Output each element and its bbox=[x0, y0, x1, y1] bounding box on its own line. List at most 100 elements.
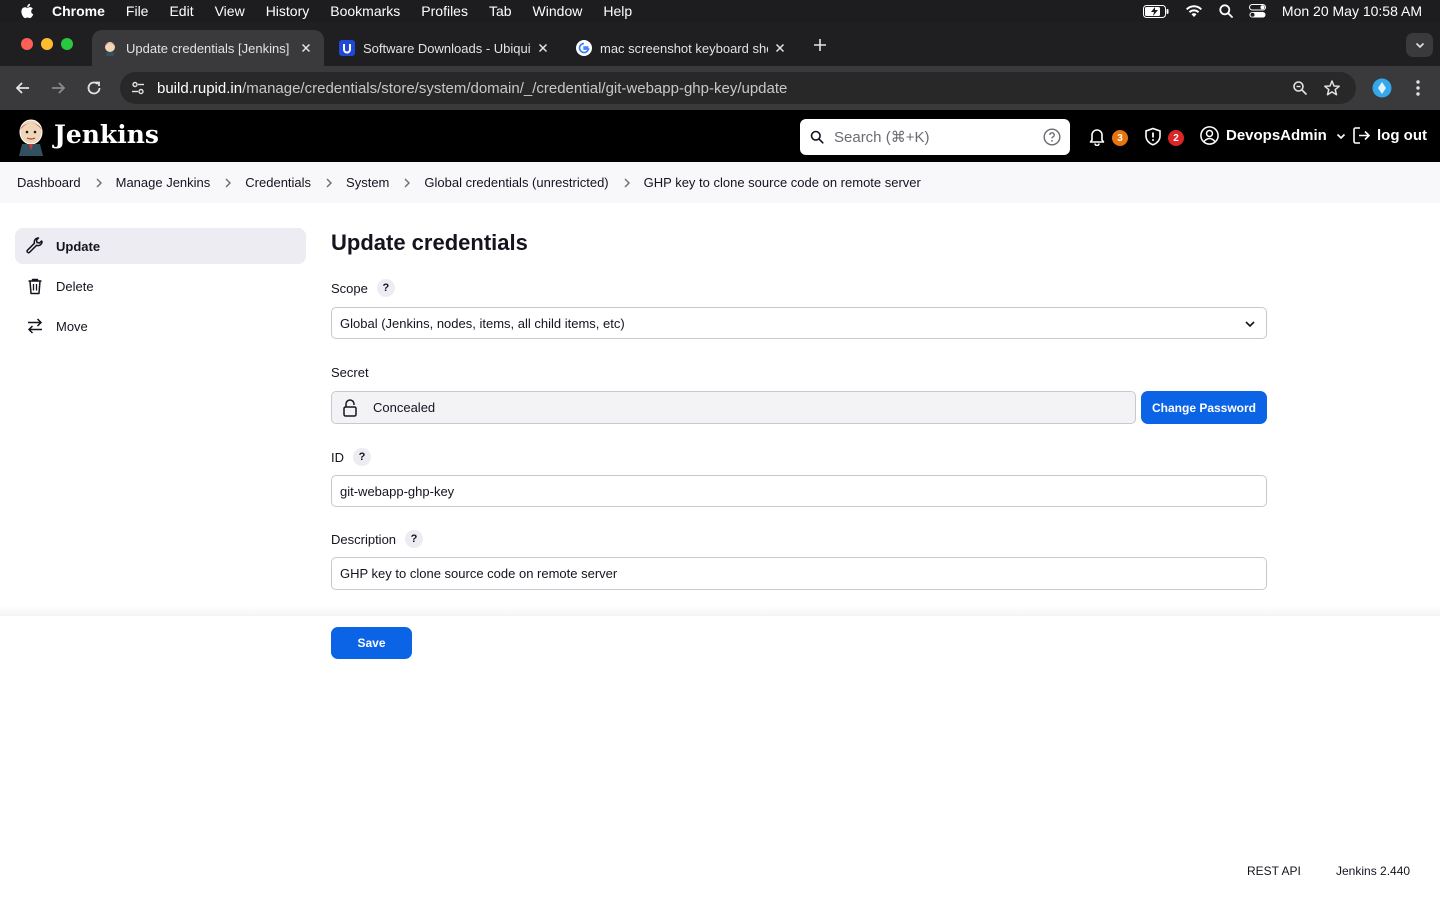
side-item-label: Delete bbox=[56, 278, 94, 294]
wifi-icon[interactable] bbox=[1185, 4, 1203, 18]
search-help-icon[interactable] bbox=[1043, 128, 1061, 146]
jenkins-favicon-icon bbox=[105, 42, 115, 56]
scope-select[interactable]: Global (Jenkins, nodes, items, all child… bbox=[331, 307, 1267, 339]
new-tab-icon[interactable] bbox=[811, 36, 829, 54]
security-shield-icon[interactable] bbox=[1144, 127, 1162, 146]
wrench-icon bbox=[26, 237, 43, 254]
secret-label-text: Secret bbox=[331, 365, 369, 380]
user-avatar-icon bbox=[1200, 126, 1219, 145]
chevron-right-icon bbox=[404, 178, 411, 187]
back-icon[interactable] bbox=[13, 78, 33, 98]
apple-icon[interactable] bbox=[20, 3, 34, 19]
trash-icon bbox=[28, 278, 42, 295]
save-button[interactable]: Save bbox=[331, 627, 412, 659]
id-help-button[interactable]: ? bbox=[353, 448, 371, 466]
lock-icon bbox=[343, 398, 357, 417]
site-info-icon[interactable] bbox=[130, 80, 146, 96]
security-badge: 2 bbox=[1168, 130, 1184, 146]
description-input[interactable]: GHP key to clone source code on remote s… bbox=[331, 557, 1267, 590]
scope-label-text: Scope bbox=[331, 280, 368, 296]
minimize-window-button[interactable] bbox=[41, 38, 53, 50]
scope-selected-value: Global (Jenkins, nodes, items, all child… bbox=[340, 315, 625, 331]
menu-view[interactable]: View bbox=[215, 3, 245, 19]
side-item-delete[interactable]: Delete bbox=[15, 268, 306, 304]
menu-help[interactable]: Help bbox=[603, 3, 632, 19]
side-item-update[interactable]: Update bbox=[15, 228, 306, 264]
breadcrumb-system[interactable]: System bbox=[346, 175, 389, 190]
tab-title: mac screenshot keyboard sho bbox=[600, 40, 768, 56]
chevron-down-icon bbox=[1336, 133, 1345, 139]
tab-ubiquiti[interactable]: Software Downloads - Ubiquiti bbox=[329, 30, 561, 66]
side-item-move[interactable]: Move bbox=[15, 308, 306, 344]
breadcrumb-current-credential[interactable]: GHP key to clone source code on remote s… bbox=[644, 175, 921, 190]
scope-help-button[interactable]: ? bbox=[376, 279, 395, 297]
browser-tab-strip: Update credentials [Jenkins] Software Do… bbox=[0, 22, 1440, 66]
tab-jenkins[interactable]: Update credentials [Jenkins] bbox=[92, 30, 324, 66]
reload-icon[interactable] bbox=[84, 78, 104, 98]
rest-api-link[interactable]: REST API bbox=[1247, 864, 1301, 878]
breadcrumb-global-credentials[interactable]: Global credentials (unrestricted) bbox=[424, 175, 608, 190]
description-label: Description ? bbox=[331, 530, 424, 548]
menu-window[interactable]: Window bbox=[533, 3, 583, 19]
forward-icon[interactable] bbox=[48, 78, 68, 98]
tab-google[interactable]: mac screenshot keyboard sho bbox=[566, 30, 798, 66]
page-title: Update credentials bbox=[331, 230, 528, 255]
chevron-right-icon bbox=[96, 178, 102, 187]
window-controls bbox=[21, 38, 73, 50]
side-item-label: Update bbox=[56, 238, 101, 254]
search-input[interactable] bbox=[834, 119, 1034, 155]
side-panel: Update Delete Move bbox=[15, 228, 306, 348]
secret-concealed-value: Concealed bbox=[373, 400, 436, 415]
breadcrumb-manage-jenkins[interactable]: Manage Jenkins bbox=[116, 175, 211, 190]
jenkins-logo-icon[interactable] bbox=[16, 118, 46, 156]
close-tab-icon[interactable] bbox=[772, 40, 788, 56]
spotlight-search-icon[interactable] bbox=[1219, 4, 1233, 18]
tab-search-button[interactable] bbox=[1406, 33, 1433, 57]
menubar-clock[interactable]: Mon 20 May 10:58 AM bbox=[1282, 3, 1422, 19]
chevron-right-icon bbox=[225, 178, 232, 187]
close-tab-icon[interactable] bbox=[535, 40, 551, 56]
secret-field: Concealed bbox=[331, 391, 1136, 424]
logout-link[interactable]: log out bbox=[1352, 126, 1427, 145]
chevron-right-icon bbox=[326, 178, 333, 187]
close-window-button[interactable] bbox=[21, 38, 33, 50]
user-menu[interactable]: DevopsAdmin bbox=[1200, 126, 1347, 145]
id-value: git-webapp-ghp-key bbox=[340, 483, 455, 499]
breadcrumb-credentials[interactable]: Credentials bbox=[245, 175, 311, 190]
id-input[interactable]: git-webapp-ghp-key bbox=[331, 475, 1267, 507]
menu-bookmarks[interactable]: Bookmarks bbox=[330, 3, 400, 19]
notifications-bell-icon[interactable] bbox=[1088, 127, 1106, 146]
tab-title: Update credentials [Jenkins] bbox=[126, 40, 290, 56]
side-item-label: Move bbox=[56, 318, 88, 334]
description-help-button[interactable]: ? bbox=[405, 530, 424, 548]
chevron-down-icon bbox=[1245, 321, 1255, 328]
jenkins-version-link[interactable]: Jenkins 2.440 bbox=[1336, 864, 1410, 878]
battery-icon[interactable] bbox=[1142, 4, 1169, 18]
secret-label: Secret bbox=[331, 365, 369, 380]
address-bar[interactable]: build.rupid.in/manage/credentials/store/… bbox=[120, 72, 1356, 104]
arrows-swap-icon bbox=[27, 318, 43, 334]
control-center-icon[interactable] bbox=[1248, 4, 1266, 18]
chevron-right-icon bbox=[624, 178, 630, 187]
change-password-button[interactable]: Change Password bbox=[1141, 391, 1267, 424]
menu-app-name[interactable]: Chrome bbox=[52, 3, 105, 19]
zoom-icon[interactable] bbox=[1292, 80, 1308, 96]
browser-menu-icon[interactable] bbox=[1411, 78, 1425, 98]
breadcrumb-dashboard[interactable]: Dashboard bbox=[17, 175, 81, 190]
maximize-window-button[interactable] bbox=[61, 38, 73, 50]
close-tab-icon[interactable] bbox=[298, 40, 314, 56]
tab-title: Software Downloads - Ubiquiti bbox=[363, 40, 531, 56]
jenkins-header: Jenkins 3 2 DevopsAdmin log out bbox=[0, 110, 1440, 162]
menu-tab[interactable]: Tab bbox=[489, 3, 512, 19]
menu-file[interactable]: File bbox=[126, 3, 149, 19]
extension-icon[interactable] bbox=[1372, 78, 1392, 98]
browser-toolbar: build.rupid.in/manage/credentials/store/… bbox=[0, 66, 1440, 110]
breadcrumb: Dashboard Manage Jenkins Credentials Sys… bbox=[0, 162, 1440, 203]
chevron-down-icon bbox=[1415, 42, 1424, 49]
bookmark-star-icon[interactable] bbox=[1323, 79, 1341, 97]
menu-history[interactable]: History bbox=[266, 3, 310, 19]
jenkins-title[interactable]: Jenkins bbox=[54, 120, 159, 149]
menu-profiles[interactable]: Profiles bbox=[421, 3, 468, 19]
menu-edit[interactable]: Edit bbox=[169, 3, 193, 19]
description-label-text: Description bbox=[331, 531, 397, 547]
